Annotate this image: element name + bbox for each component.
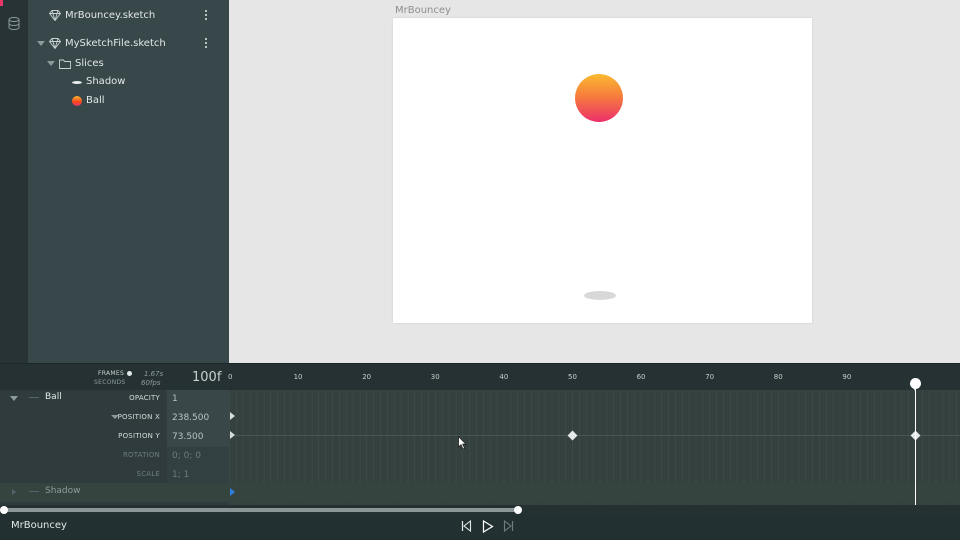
more-options-icon[interactable]: [204, 10, 208, 22]
layer-row-ball[interactable]: Ball: [28, 91, 229, 111]
folder-icon: [59, 59, 71, 69]
ball-layer[interactable]: [575, 74, 623, 122]
folder-row-slices[interactable]: Slices: [28, 54, 229, 74]
position-x-value-field[interactable]: 238.500: [167, 409, 229, 428]
fps-readout: 60fps: [141, 379, 161, 387]
document-name: MrBouncey: [11, 520, 67, 531]
range-start-handle[interactable]: [0, 506, 8, 514]
ruler-tick-label: 90: [842, 373, 852, 381]
mode-indicator-dot[interactable]: [127, 371, 132, 376]
artboard-title[interactable]: MrBouncey: [395, 5, 451, 16]
more-options-icon[interactable]: [204, 38, 208, 50]
ellipse-icon: [72, 81, 82, 84]
gradient-circle-icon: [72, 96, 82, 106]
layer-label: Ball: [86, 95, 105, 106]
left-rail: [0, 0, 28, 363]
ruler-tick-label: 30: [430, 373, 440, 381]
property-label-scale: SCALE: [136, 470, 160, 478]
skip-back-icon[interactable]: [461, 520, 472, 532]
canvas-area[interactable]: MrBouncey: [229, 0, 960, 363]
chevron-down-icon[interactable]: [37, 41, 45, 46]
property-label-position-y: POSITION Y: [118, 432, 160, 440]
ruler-tick-label: 10: [293, 373, 303, 381]
frame-count-readout[interactable]: 100f: [192, 370, 221, 385]
position-y-track-line: [229, 435, 960, 436]
opacity-value-field[interactable]: 1: [167, 390, 229, 409]
ruler-tick-label: 70: [705, 373, 715, 381]
frames-mode-label[interactable]: FRAMES: [98, 370, 124, 377]
duration-readout: 1.67s: [144, 370, 164, 378]
ruler-tick-label: 20: [362, 373, 372, 381]
property-label-position-x: POSITION X: [117, 413, 160, 421]
seconds-mode-label[interactable]: SECONDS: [94, 379, 126, 386]
add-keyframe-position-y-button[interactable]: [230, 431, 235, 439]
mouse-cursor-icon: [458, 436, 467, 450]
chevron-right-icon[interactable]: [12, 489, 16, 495]
timeline-panel: FRAMES SECONDS 1.67s 60fps 100f 0 10 20 30 4…: [0, 363, 960, 513]
layer-group-shadow[interactable]: Shadow: [45, 486, 81, 496]
layer-group-row-shadow[interactable]: Shadow: [0, 483, 960, 502]
sketch-diamond-icon: [49, 10, 61, 21]
play-icon[interactable]: [482, 520, 494, 533]
layer-label: Shadow: [86, 76, 126, 87]
bottom-bar: MrBouncey: [0, 515, 960, 540]
add-keyframe-position-x-button[interactable]: [230, 412, 235, 420]
ruler-tick-label: 60: [636, 373, 646, 381]
playhead-handle[interactable]: [909, 378, 921, 391]
skip-forward-icon[interactable]: [503, 520, 514, 532]
ruler-tick-label: 50: [568, 373, 577, 381]
shadow-layer[interactable]: [584, 291, 616, 300]
range-end-handle[interactable]: [514, 506, 523, 514]
rotation-value-field[interactable]: 0; 0; 0: [167, 447, 229, 466]
layers-panel: MrBouncey.sketch MySketchFile.sketch Sli…: [28, 0, 229, 363]
playhead-line[interactable]: [914, 384, 916, 505]
ruler-tick-label: 40: [499, 373, 509, 381]
database-icon[interactable]: [8, 17, 20, 30]
file-label: MrBouncey.sketch: [65, 10, 156, 21]
ruler-tick-label: 0: [228, 373, 233, 381]
timeline-scrollbar[interactable]: [0, 505, 960, 515]
file-label: MySketchFile.sketch: [65, 38, 166, 49]
timeline-rows: Ball OPACITY 1 POSITION X 238.500 POSITI…: [0, 390, 960, 513]
sketch-diamond-icon: [49, 38, 61, 49]
file-row-mrbouncey[interactable]: MrBouncey.sketch: [28, 6, 229, 26]
artboard[interactable]: [393, 18, 812, 323]
chevron-down-icon[interactable]: [47, 61, 55, 66]
file-row-mysketchfile[interactable]: MySketchFile.sketch: [28, 34, 229, 54]
add-keyframe-shadow-button[interactable]: [230, 488, 235, 496]
layer-row-shadow[interactable]: Shadow: [28, 72, 229, 92]
group-dash: [29, 491, 39, 492]
rail-accent-marker: [0, 0, 3, 6]
scrollbar-range[interactable]: [4, 508, 519, 512]
property-label-opacity: OPACITY: [129, 394, 160, 402]
folder-label: Slices: [75, 58, 104, 69]
position-y-value-field[interactable]: 73.500: [167, 428, 229, 447]
ruler-tick-label: 80: [773, 373, 783, 381]
property-label-rotation: ROTATION: [122, 451, 160, 459]
timeline-ruler[interactable]: FRAMES SECONDS 1.67s 60fps 100f 0 10 20 30 4…: [0, 363, 960, 390]
